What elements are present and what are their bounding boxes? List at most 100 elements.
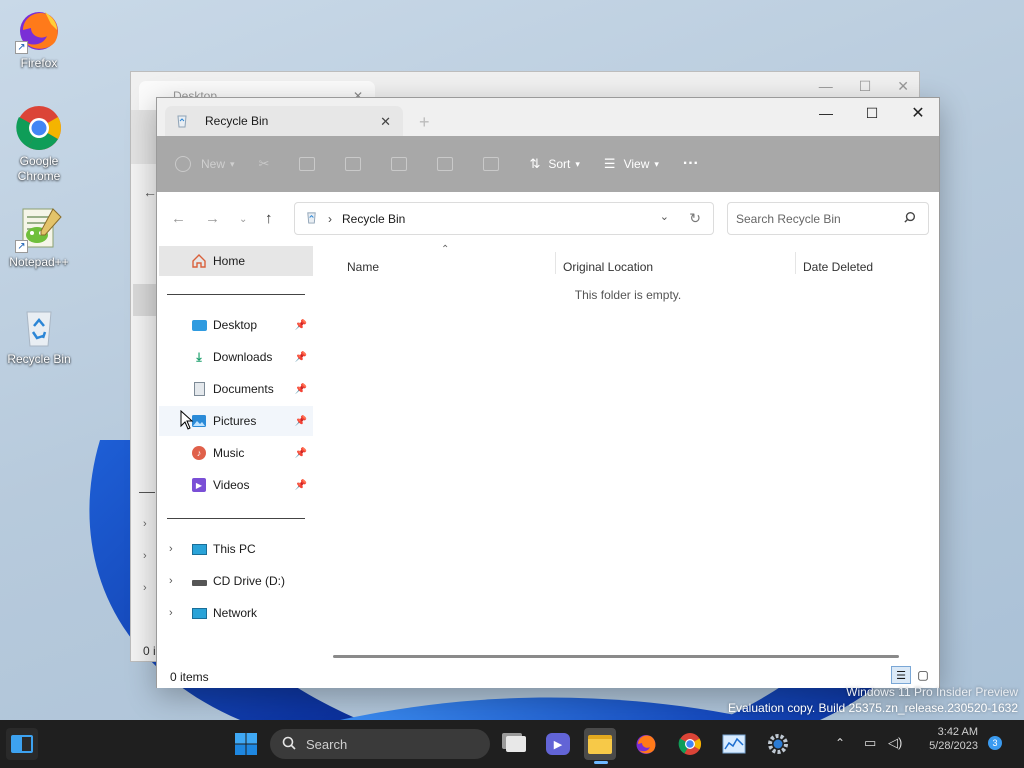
clock[interactable]: 3:42 AM 5/28/2023 bbox=[922, 726, 978, 752]
recent-locations-chevron-icon[interactable]: ⌄ bbox=[239, 214, 247, 225]
view-button[interactable]: ☰ View ▾ bbox=[604, 156, 659, 172]
widgets-icon[interactable] bbox=[6, 728, 38, 760]
nav-item-this-pc[interactable]: › This PC bbox=[159, 534, 313, 564]
show-hidden-icons-chevron[interactable]: ⌃ bbox=[835, 736, 845, 750]
nav-item-label: Home bbox=[213, 254, 246, 268]
pin-icon[interactable]: 📌 bbox=[295, 384, 307, 395]
forward-arrow-icon[interactable]: → bbox=[205, 210, 220, 227]
rename-icon[interactable] bbox=[391, 157, 408, 171]
maximize-icon[interactable]: ☐ bbox=[849, 98, 895, 128]
address-bar[interactable]: › Recycle Bin ⌄ ↻ bbox=[294, 202, 714, 235]
chrome-taskbar-icon[interactable] bbox=[674, 728, 706, 760]
maximize-icon[interactable]: ☐ bbox=[859, 78, 872, 95]
details-view-icon[interactable]: ☰ bbox=[891, 666, 911, 684]
pin-icon[interactable]: 📌 bbox=[295, 448, 307, 459]
chevron-right-icon[interactable]: › bbox=[169, 543, 173, 555]
desktop-icon-recycle-bin[interactable]: Recycle Bin bbox=[1, 302, 77, 367]
minimize-icon[interactable]: — bbox=[803, 98, 849, 128]
nav-item-home[interactable]: Home bbox=[159, 246, 313, 276]
search-box[interactable]: Search Recycle Bin bbox=[727, 202, 929, 235]
volume-icon[interactable]: ◁) bbox=[888, 735, 902, 751]
music-icon: ♪ bbox=[191, 445, 207, 461]
up-arrow-icon[interactable]: ↑ bbox=[265, 210, 273, 227]
close-icon[interactable]: ✕ bbox=[895, 98, 941, 128]
column-header-name[interactable]: Name bbox=[347, 260, 379, 274]
nav-item-label: CD Drive (D:) bbox=[213, 574, 285, 588]
nav-item-music[interactable]: ♪ Music 📌 bbox=[159, 438, 313, 468]
close-icon[interactable]: ✕ bbox=[380, 114, 391, 130]
column-header-date-deleted[interactable]: Date Deleted bbox=[803, 260, 873, 274]
notification-badge[interactable]: 3 bbox=[988, 736, 1002, 750]
nav-item-label: Pictures bbox=[213, 414, 257, 428]
watermark-line-2: Evaluation copy. Build 25375.zn_release.… bbox=[728, 701, 1018, 715]
nav-item-network[interactable]: › Network bbox=[159, 598, 313, 628]
sort-button[interactable]: ⇅ Sort ▾ bbox=[529, 156, 579, 172]
chevron-right-icon[interactable]: › bbox=[143, 550, 147, 562]
chevron-down-icon: ▾ bbox=[575, 158, 580, 169]
more-options-button[interactable]: ··· bbox=[683, 155, 699, 173]
nav-item-downloads[interactable]: ⤓ Downloads 📌 bbox=[159, 342, 313, 372]
horizontal-scrollbar[interactable] bbox=[333, 655, 899, 658]
active-indicator bbox=[594, 761, 608, 764]
back-arrow-icon[interactable]: ← bbox=[143, 184, 157, 200]
tab-title: Recycle Bin bbox=[205, 114, 269, 128]
copy-icon[interactable] bbox=[299, 157, 316, 171]
background-nav-divider bbox=[139, 492, 155, 493]
background-status-text: 0 i bbox=[143, 644, 156, 658]
chevron-right-icon[interactable]: › bbox=[169, 607, 173, 619]
windows-logo-icon bbox=[235, 733, 257, 755]
task-view-icon[interactable] bbox=[500, 728, 532, 760]
back-arrow-icon[interactable]: ← bbox=[171, 210, 186, 227]
file-explorer-taskbar-icon[interactable] bbox=[584, 728, 616, 764]
pin-icon[interactable]: 📌 bbox=[295, 416, 307, 427]
cut-icon[interactable]: ✂ bbox=[259, 156, 270, 172]
taskbar-search[interactable]: Search bbox=[270, 729, 490, 759]
desktop-icon-notepadpp[interactable]: ↗ Notepad++ bbox=[1, 205, 77, 270]
settings-gear-icon[interactable] bbox=[762, 728, 794, 760]
chevron-right-icon[interactable]: › bbox=[143, 518, 147, 530]
new-tab-icon[interactable]: + bbox=[419, 112, 430, 133]
pin-icon[interactable]: 📌 bbox=[295, 480, 307, 491]
delete-icon[interactable] bbox=[483, 157, 500, 171]
share-icon[interactable] bbox=[437, 157, 454, 171]
minimize-icon[interactable]: — bbox=[819, 78, 833, 95]
teams-chat-icon[interactable]: ▶ bbox=[542, 728, 574, 760]
documents-icon bbox=[191, 381, 207, 397]
pin-icon[interactable]: 📌 bbox=[295, 352, 307, 363]
desktop-icon-firefox[interactable]: ↗ Firefox bbox=[1, 6, 77, 71]
command-bar: New ▾ ✂ ⇅ Sort ▾ ☰ View ▾ ··· bbox=[157, 136, 939, 192]
nav-item-cd-drive[interactable]: › CD Drive (D:) bbox=[159, 566, 313, 596]
recycle-bin-window[interactable]: Recycle Bin ✕ + — ☐ ✕ New ▾ ✂ ⇅ Sort ▾ ☰… bbox=[156, 97, 940, 688]
view-label: View bbox=[623, 157, 650, 171]
new-button[interactable]: New ▾ bbox=[175, 156, 235, 172]
column-divider[interactable] bbox=[555, 252, 556, 274]
pin-icon[interactable]: 📌 bbox=[295, 320, 307, 331]
chevron-down-icon[interactable]: ⌄ bbox=[660, 210, 669, 223]
tab-recycle-bin[interactable]: Recycle Bin ✕ bbox=[165, 106, 403, 136]
background-nav-selection bbox=[133, 284, 157, 316]
firefox-taskbar-icon[interactable] bbox=[630, 728, 662, 760]
resource-monitor-icon[interactable] bbox=[718, 728, 750, 760]
refresh-icon[interactable]: ↻ bbox=[689, 210, 701, 227]
nav-item-documents[interactable]: Documents 📌 bbox=[159, 374, 313, 404]
search-icon bbox=[282, 736, 296, 753]
tiles-view-icon[interactable]: ▢ bbox=[913, 666, 933, 684]
nav-item-label: Music bbox=[213, 446, 245, 460]
empty-folder-message: This folder is empty. bbox=[574, 288, 682, 302]
chevron-right-icon[interactable]: › bbox=[143, 582, 147, 594]
paste-icon[interactable] bbox=[345, 157, 362, 171]
network-status-icon[interactable]: ▭ bbox=[864, 735, 876, 751]
chevron-right-icon[interactable]: › bbox=[169, 575, 173, 587]
column-divider[interactable] bbox=[795, 252, 796, 274]
search-icon[interactable] bbox=[903, 211, 916, 227]
column-header-original-location[interactable]: Original Location bbox=[563, 260, 653, 274]
shortcut-arrow-icon: ↗ bbox=[15, 240, 28, 253]
search-input[interactable]: Search Recycle Bin bbox=[736, 212, 841, 226]
close-icon[interactable]: ✕ bbox=[897, 78, 909, 95]
file-list[interactable]: ⌃ Name Original Location Date Deleted Th… bbox=[317, 244, 939, 662]
nav-item-videos[interactable]: ▶ Videos 📌 bbox=[159, 470, 313, 500]
start-button[interactable] bbox=[230, 728, 262, 760]
breadcrumb-recycle-bin[interactable]: Recycle Bin bbox=[342, 212, 405, 226]
nav-item-desktop[interactable]: Desktop 📌 bbox=[159, 310, 313, 340]
desktop-icon-chrome[interactable]: Google Chrome bbox=[1, 104, 77, 184]
